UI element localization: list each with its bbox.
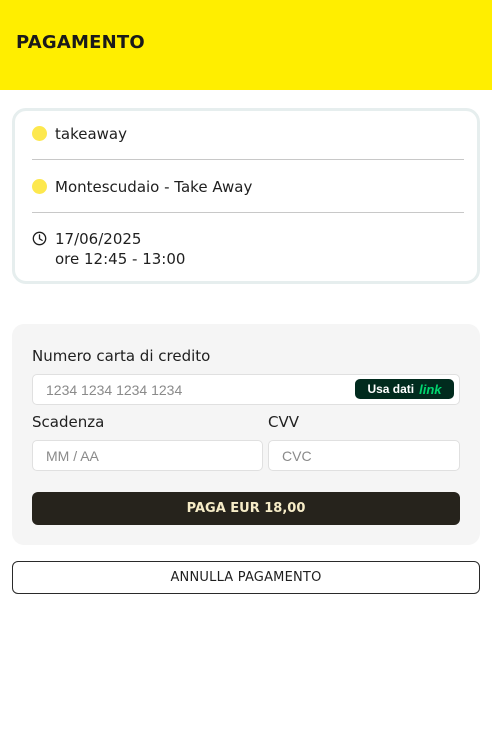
datetime-row: 17/06/2025 ore 12:45 - 13:00 <box>32 229 464 269</box>
pay-button[interactable]: PAGA EUR 18,00 <box>32 492 460 525</box>
link-autofill-prefix: Usa dati <box>367 382 415 396</box>
order-summary-card: takeaway Montescudaio - Take Away 17/06/… <box>12 108 480 284</box>
service-type-text: takeaway <box>55 125 127 143</box>
location-text: Montescudaio - Take Away <box>55 178 253 196</box>
cancel-payment-button[interactable]: ANNULLA PAGAMENTO <box>12 561 480 594</box>
datetime-block: 17/06/2025 ore 12:45 - 13:00 <box>55 229 185 269</box>
cvv-label: CVV <box>268 413 299 431</box>
link-logo: link <box>419 381 442 397</box>
location-dot-icon <box>32 179 47 194</box>
pickup-date: 17/06/2025 <box>55 230 142 248</box>
page-header: PAGAMENTO <box>0 0 492 90</box>
location-row: Montescudaio - Take Away <box>32 177 464 197</box>
summary-divider <box>32 159 464 160</box>
summary-divider <box>32 212 464 213</box>
expiry-input[interactable] <box>32 440 263 471</box>
page-title: PAGAMENTO <box>16 32 145 53</box>
service-type-row: takeaway <box>32 124 464 144</box>
pickup-time-slot: ore 12:45 - 13:00 <box>55 250 186 268</box>
clock-icon <box>32 231 47 246</box>
service-type-dot-icon <box>32 126 47 141</box>
payment-form: Numero carta di credito Usa dati link Sc… <box>12 324 480 545</box>
link-autofill-button[interactable]: Usa dati link <box>355 379 454 399</box>
cvv-input[interactable] <box>268 440 460 471</box>
expiry-label: Scadenza <box>32 413 105 431</box>
card-number-label: Numero carta di credito <box>32 347 211 365</box>
